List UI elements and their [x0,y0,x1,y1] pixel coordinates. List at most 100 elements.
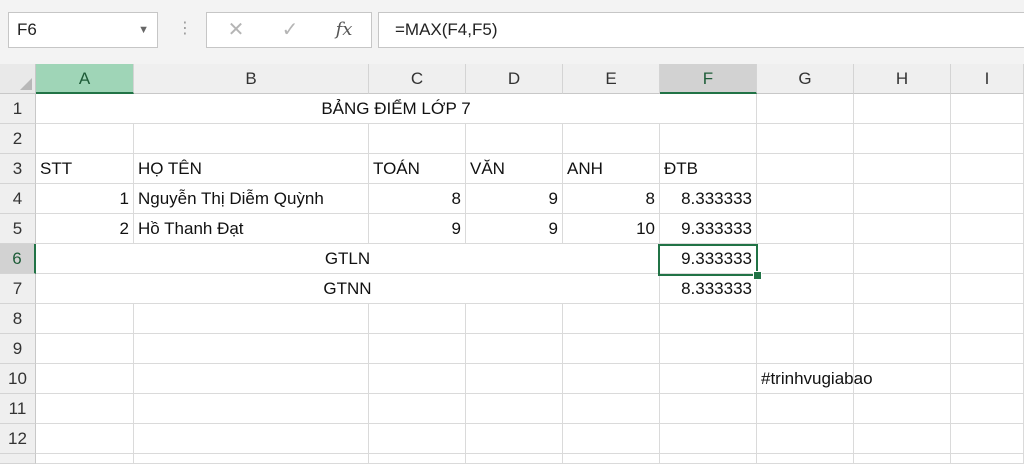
cell-anh[interactable]: 10 [563,214,660,244]
row-header-7[interactable]: 7 [0,274,36,304]
cell[interactable] [466,124,563,154]
min-label-cell[interactable]: GTNN [36,274,660,304]
select-all-button[interactable] [0,64,36,94]
cell[interactable] [36,304,134,334]
cell[interactable] [757,304,854,334]
min-value-cell[interactable]: 8.333333 [660,274,757,304]
cell[interactable] [369,364,466,394]
cell[interactable] [854,94,951,124]
cell[interactable] [951,244,1024,274]
column-header-a[interactable]: A [36,64,134,94]
cell-name[interactable]: Nguyễn Thị Diễm Quỳnh [134,184,369,214]
cell[interactable] [36,334,134,364]
cell[interactable] [134,334,369,364]
cell[interactable] [660,124,757,154]
cell[interactable] [757,94,854,124]
cell[interactable] [757,154,854,184]
cell-stt[interactable]: 2 [36,214,134,244]
column-header-d[interactable]: D [466,64,563,94]
cell[interactable] [466,394,563,424]
column-header-i[interactable]: I [951,64,1024,94]
cell[interactable] [951,304,1024,334]
cell[interactable] [369,304,466,334]
row-header-10[interactable]: 10 [0,364,36,394]
cell[interactable] [563,124,660,154]
cell[interactable] [369,394,466,424]
cell[interactable] [757,274,854,304]
cell[interactable] [369,334,466,364]
cell[interactable] [660,454,757,464]
column-header-h[interactable]: H [854,64,951,94]
cell[interactable] [951,154,1024,184]
cell[interactable] [660,304,757,334]
cell[interactable] [757,124,854,154]
cell[interactable] [660,364,757,394]
header-stt[interactable]: STT [36,154,134,184]
cell[interactable] [854,304,951,334]
cell[interactable] [951,94,1024,124]
column-header-f[interactable]: F [660,64,757,94]
cell[interactable] [854,124,951,154]
cell[interactable] [951,334,1024,364]
cell[interactable] [563,424,660,454]
cell-name[interactable]: Hồ Thanh Đạt [134,214,369,244]
column-header-e[interactable]: E [563,64,660,94]
cell[interactable] [757,244,854,274]
cell[interactable] [563,394,660,424]
sheet-title[interactable]: BẢNG ĐIỂM LỚP 7 [36,94,757,124]
cell[interactable] [134,304,369,334]
cell[interactable] [660,334,757,364]
cell-van[interactable]: 9 [466,214,563,244]
header-toan[interactable]: TOÁN [369,154,466,184]
cell[interactable] [951,364,1024,394]
cell[interactable] [369,424,466,454]
cell-stt[interactable]: 1 [36,184,134,214]
cell[interactable] [466,364,563,394]
cell[interactable] [951,124,1024,154]
cell[interactable] [854,364,951,394]
formula-input[interactable]: =MAX(F4,F5) [378,12,1024,48]
cell[interactable] [951,424,1024,454]
formula-bar-grip-icon[interactable]: ⋮ [177,15,193,43]
cell[interactable] [563,334,660,364]
cell[interactable] [854,454,951,464]
cell-anh[interactable]: 8 [563,184,660,214]
cell[interactable] [36,124,134,154]
cell[interactable] [466,454,563,464]
cell[interactable] [757,184,854,214]
name-box[interactable]: F6 ▼ [8,12,158,48]
row-header-13[interactable] [0,454,36,464]
cell[interactable] [36,364,134,394]
row-header-3[interactable]: 3 [0,154,36,184]
cell[interactable] [134,454,369,464]
max-label-cell[interactable]: GTLN [36,244,660,274]
cell-dtb[interactable]: 8.333333 [660,184,757,214]
cell[interactable] [466,334,563,364]
cell[interactable] [563,454,660,464]
cell[interactable] [563,304,660,334]
cell[interactable] [563,364,660,394]
cell[interactable] [466,304,563,334]
header-van[interactable]: VĂN [466,154,563,184]
cell[interactable] [854,394,951,424]
header-dtb[interactable]: ĐTB [660,154,757,184]
cell[interactable] [660,394,757,424]
cell[interactable] [134,394,369,424]
cell[interactable] [757,394,854,424]
cell[interactable] [757,424,854,454]
row-header-11[interactable]: 11 [0,394,36,424]
cell[interactable] [466,424,563,454]
cell[interactable] [757,214,854,244]
cell[interactable] [36,424,134,454]
cell[interactable] [36,394,134,424]
cell[interactable] [854,334,951,364]
cell[interactable] [854,274,951,304]
cell-van[interactable]: 9 [466,184,563,214]
cell[interactable] [36,454,134,464]
cell[interactable] [369,124,466,154]
header-ho-ten[interactable]: HỌ TÊN [134,154,369,184]
row-header-2[interactable]: 2 [0,124,36,154]
cell[interactable] [951,394,1024,424]
cell[interactable] [951,454,1024,464]
row-header-6[interactable]: 6 [0,244,36,274]
